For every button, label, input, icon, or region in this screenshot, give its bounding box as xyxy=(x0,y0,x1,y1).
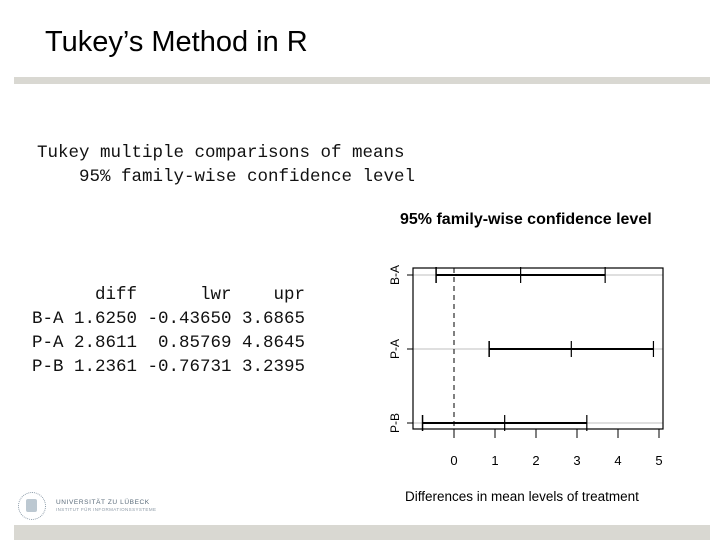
cell-lwr: 0.85769 xyxy=(158,333,232,353)
footer-bar xyxy=(14,525,710,540)
table-row: P-B 1.2361 -0.76731 3.2395 xyxy=(32,355,305,379)
x-tick-label-0: 0 xyxy=(450,453,457,468)
x-tick-label-5: 5 xyxy=(655,453,662,468)
cell-diff: 1.6250 xyxy=(74,309,138,329)
row-label: P-B xyxy=(32,357,64,377)
cell-diff: 2.8611 xyxy=(74,333,138,353)
logo-subtitle: INSTITUT FÜR INFORMATIONSSYSTEME xyxy=(56,507,157,512)
chart-svg: 95% family-wise confidence level Differe… xyxy=(388,211,664,504)
university-seal-icon xyxy=(18,492,46,520)
logo-name: UNIVERSITÄT ZU LÜBECK xyxy=(56,499,150,506)
console-header: Tukey multiple comparisons of means 95% … xyxy=(37,141,415,189)
cell-upr: 3.2395 xyxy=(242,357,306,377)
column-header-lwr: lwr xyxy=(200,285,232,305)
row-label: B-A xyxy=(32,309,64,329)
tukey-output-table: diff lwr upr B-A 1.6250 -0.43650 3.6865 … xyxy=(32,235,305,403)
x-axis-label: Differences in mean levels of treatment xyxy=(405,489,639,504)
row-label: P-A xyxy=(32,333,64,353)
chart-title: 95% family-wise confidence level xyxy=(400,211,652,228)
table-row: P-A 2.8611 0.85769 4.8645 xyxy=(32,331,305,355)
cell-lwr: -0.43650 xyxy=(147,309,232,329)
console-header-line-2: 95% family-wise confidence level xyxy=(37,167,416,187)
console-header-line-1: Tukey multiple comparisons of means xyxy=(37,143,405,163)
y-tick-label-P-B: P-B xyxy=(388,413,402,433)
slide-title: Tukey’s Method in R xyxy=(45,26,308,58)
university-logo: UNIVERSITÄT ZU LÜBECK INSTITUT FÜR INFOR… xyxy=(18,492,178,524)
column-header-upr: upr xyxy=(273,285,306,305)
x-tick-label-4: 4 xyxy=(614,453,621,468)
y-tick-label-P-A: P-A xyxy=(388,339,402,359)
cell-upr: 3.6865 xyxy=(242,309,306,329)
x-tick-label-3: 3 xyxy=(573,453,580,468)
cell-lwr: -0.76731 xyxy=(147,357,232,377)
y-tick-label-B-A: B-A xyxy=(388,265,402,285)
table-header-row: diff lwr upr xyxy=(32,283,305,307)
column-header-diff: diff xyxy=(95,285,138,305)
cell-diff: 1.2361 xyxy=(74,357,138,377)
x-tick-label-1: 1 xyxy=(491,453,498,468)
title-divider xyxy=(14,77,710,84)
table-row: B-A 1.6250 -0.43650 3.6865 xyxy=(32,307,305,331)
tukey-interval-plot: 95% family-wise confidence level Differe… xyxy=(370,200,700,510)
x-tick-label-2: 2 xyxy=(532,453,539,468)
cell-upr: 4.8645 xyxy=(242,333,306,353)
